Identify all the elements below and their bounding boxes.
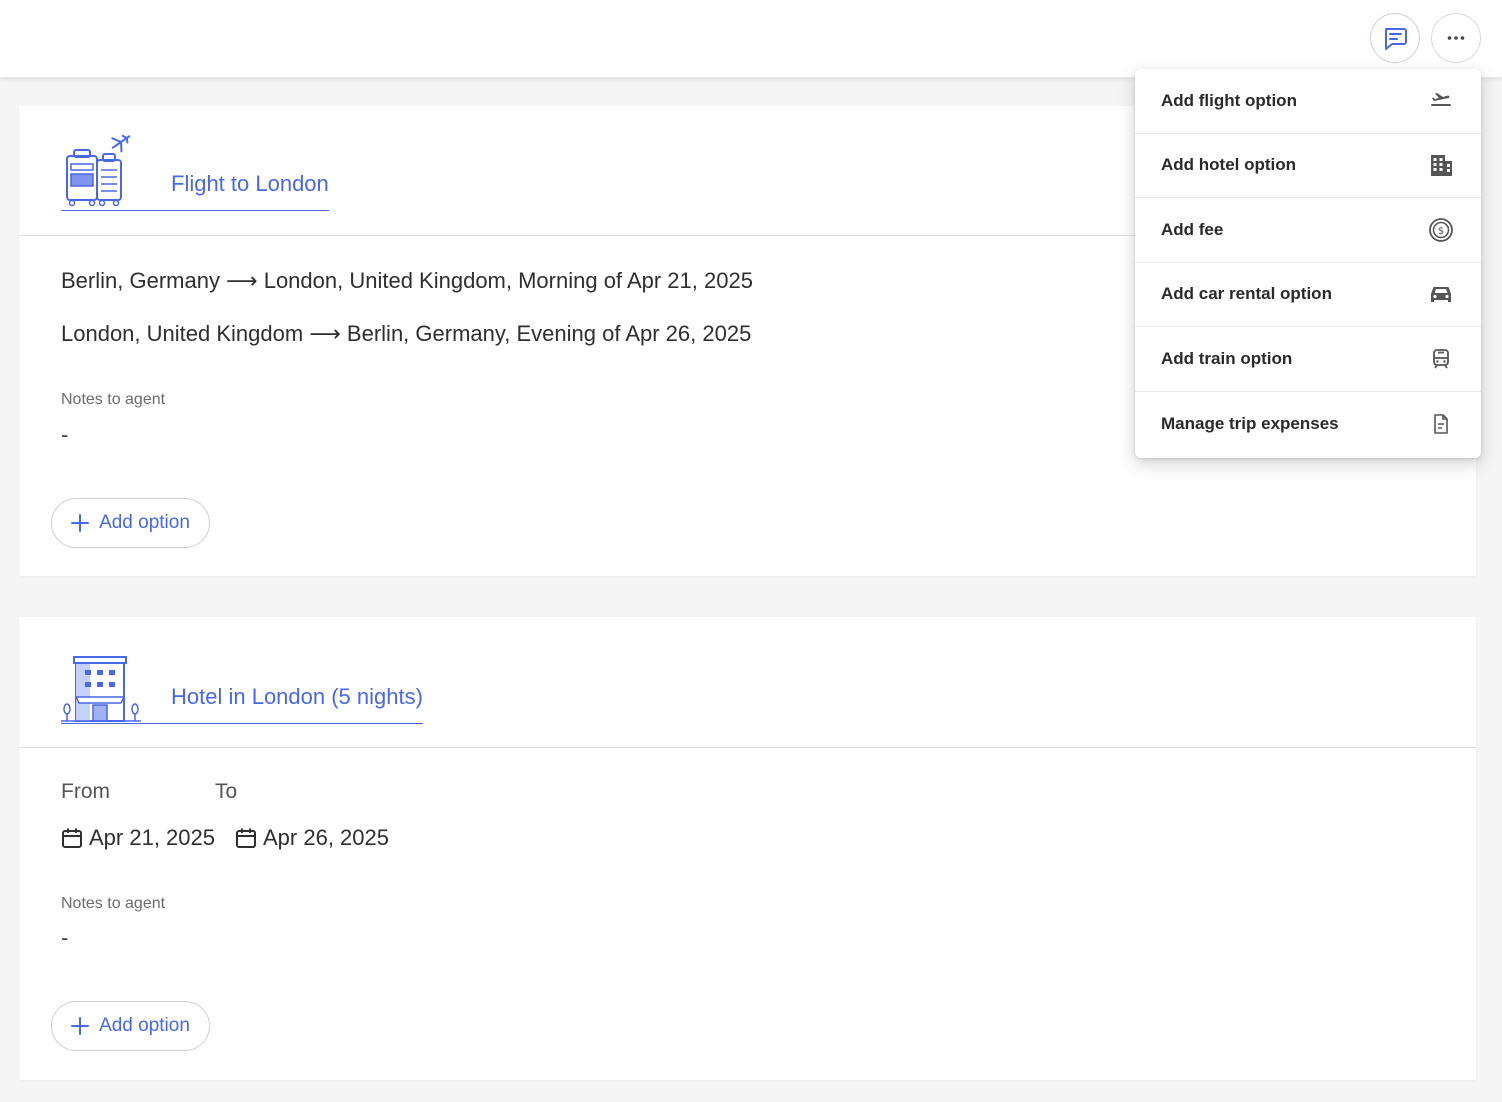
calendar-icon (236, 828, 256, 848)
hotel-card-header: Hotel in London (5 nights) (19, 617, 1476, 748)
plus-icon (71, 1017, 90, 1035)
route-outbound: Berlin, Germany ⟶ London, United Kingdom… (61, 268, 753, 293)
to-date-value: Apr 26, 2025 (263, 825, 389, 850)
hotel-card-title: Hotel in London (5 nights) (171, 684, 423, 709)
menu-item-add-fee[interactable]: Add fee $ (1135, 198, 1481, 263)
menu-item-add-car-rental[interactable]: Add car rental option (1135, 263, 1481, 327)
menu-item-label: Manage trip expenses (1161, 413, 1339, 433)
calendar-icon (62, 828, 82, 848)
menu-item-label: Add fee (1161, 219, 1224, 239)
from-date: Apr 21, 2025 (61, 825, 215, 851)
add-option-button[interactable]: Add option (51, 498, 210, 548)
chat-icon (1385, 28, 1407, 50)
chat-button[interactable] (1370, 13, 1420, 63)
top-bar (0, 0, 1502, 78)
menu-item-label: Add car rental option (1161, 284, 1332, 304)
from-label: From (61, 780, 110, 803)
add-option-label: Add option (99, 512, 190, 533)
notes-value: - (61, 422, 69, 447)
flight-card-title: Flight to London (171, 171, 329, 196)
train-icon (1427, 345, 1455, 373)
document-icon (1427, 410, 1455, 438)
more-horizontal-icon (1447, 36, 1465, 40)
hotel-building-illustration (61, 656, 141, 722)
notes-value: - (61, 925, 69, 950)
more-options-button[interactable] (1431, 13, 1481, 63)
flight-takeoff-icon (1427, 87, 1455, 115)
menu-item-add-flight[interactable]: Add flight option (1135, 69, 1481, 134)
add-item-menu: Add flight option Add hotel option Add f… (1135, 69, 1481, 458)
building-icon (1427, 151, 1455, 179)
menu-item-add-hotel[interactable]: Add hotel option (1135, 134, 1481, 198)
hotel-card: Hotel in London (5 nights) From To Apr 2… (19, 617, 1476, 1080)
dollar-coin-icon: $ (1427, 216, 1455, 244)
car-icon (1427, 280, 1455, 308)
to-date: Apr 26, 2025 (235, 825, 389, 851)
menu-item-add-train[interactable]: Add train option (1135, 327, 1481, 392)
from-date-value: Apr 21, 2025 (89, 825, 215, 850)
menu-item-label: Add train option (1161, 348, 1293, 368)
hotel-title-link[interactable]: Hotel in London (5 nights) (61, 641, 423, 724)
menu-item-label: Add hotel option (1161, 155, 1297, 175)
route-return: London, United Kingdom ⟶ Berlin, Germany… (61, 321, 752, 346)
to-label: To (215, 780, 238, 803)
menu-item-label: Add flight option (1161, 90, 1297, 110)
svg-text:$: $ (1438, 226, 1444, 237)
notes-label: Notes to agent (61, 391, 166, 408)
add-option-label: Add option (99, 1015, 190, 1036)
flight-title-link[interactable]: Flight to London (61, 130, 329, 211)
notes-label: Notes to agent (61, 895, 166, 912)
plus-icon (71, 514, 90, 532)
menu-item-manage-expenses[interactable]: Manage trip expenses (1135, 392, 1481, 457)
luggage-plane-illustration (66, 134, 131, 207)
add-option-button[interactable]: Add option (51, 1001, 210, 1051)
